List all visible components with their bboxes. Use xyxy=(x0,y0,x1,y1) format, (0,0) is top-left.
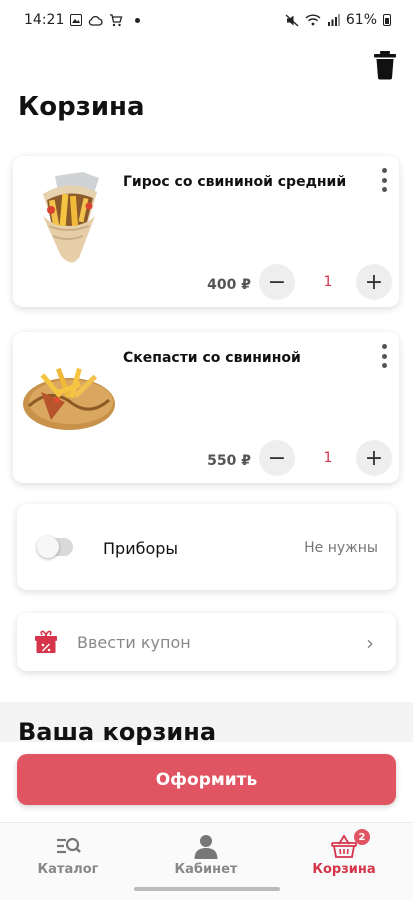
product-price: 550 ₽ xyxy=(207,453,251,469)
increase-quantity-button[interactable]: + xyxy=(356,264,392,300)
person-icon xyxy=(194,835,218,859)
gift-coupon-icon xyxy=(35,630,57,653)
signal-icon xyxy=(327,14,340,26)
nav-label-cart: Корзина xyxy=(312,862,376,877)
cloud-icon xyxy=(89,15,103,26)
nav-label-catalog: Каталог xyxy=(37,862,99,877)
status-bar: 14:21 61% xyxy=(0,0,413,40)
cutlery-toggle[interactable] xyxy=(37,536,73,558)
shopping-cart-status-icon xyxy=(110,13,123,26)
status-bar-right: 61% xyxy=(285,12,391,28)
more-options-button[interactable] xyxy=(379,344,389,368)
nav-item-catalog[interactable]: Каталог xyxy=(8,833,128,877)
cart-item: Скепасти со свининой 550 ₽ − 1 + xyxy=(13,332,399,483)
more-dots-icon xyxy=(381,168,387,173)
checkout-button[interactable]: Оформить xyxy=(17,754,396,805)
notification-dot xyxy=(135,17,141,23)
catalog-search-icon xyxy=(57,837,81,854)
battery-percent: 61% xyxy=(345,12,377,28)
battery-icon xyxy=(383,14,391,26)
increase-quantity-button[interactable]: + xyxy=(356,440,392,476)
trash-icon xyxy=(374,51,396,80)
cutlery-option: Приборы Не нужны xyxy=(17,504,396,590)
summary-title: Ваша корзина xyxy=(18,718,217,746)
gyros-image xyxy=(43,172,99,263)
nav-item-cabinet[interactable]: Кабинет xyxy=(146,833,266,877)
cart-item: Гирос со свининой средний 400 ₽ − 1 + xyxy=(13,156,399,307)
coupon-button[interactable]: Ввести купон › xyxy=(17,613,396,671)
quantity-value: 1 xyxy=(323,274,333,290)
page-title: Корзина xyxy=(18,92,145,122)
product-name: Скепасти со свининой xyxy=(123,350,301,366)
more-options-button[interactable] xyxy=(379,168,389,192)
quantity-value: 1 xyxy=(323,450,333,466)
clear-cart-button[interactable] xyxy=(371,50,399,80)
decrease-quantity-button[interactable]: − xyxy=(259,264,295,300)
product-price: 400 ₽ xyxy=(207,277,251,293)
cutlery-label: Приборы xyxy=(103,539,179,558)
wifi-icon xyxy=(305,14,321,26)
home-indicator[interactable] xyxy=(134,887,280,891)
cutlery-value: Не нужны xyxy=(304,540,378,556)
status-time: 14:21 xyxy=(24,12,65,28)
decrease-quantity-button[interactable]: − xyxy=(259,440,295,476)
skepasti-image xyxy=(23,367,115,430)
chevron-right-icon: › xyxy=(366,631,374,655)
more-dots-icon xyxy=(381,344,387,349)
nav-label-cabinet: Кабинет xyxy=(174,862,238,877)
mute-icon xyxy=(285,14,299,26)
gallery-icon xyxy=(70,14,83,26)
nav-item-cart[interactable]: 2 Корзина xyxy=(284,829,404,877)
product-name: Гирос со свининой средний xyxy=(123,174,347,190)
toggle-knob xyxy=(37,536,59,558)
coupon-label: Ввести купон xyxy=(77,633,191,652)
status-bar-left: 14:21 xyxy=(24,12,141,28)
cart-count-badge: 2 xyxy=(354,829,370,845)
